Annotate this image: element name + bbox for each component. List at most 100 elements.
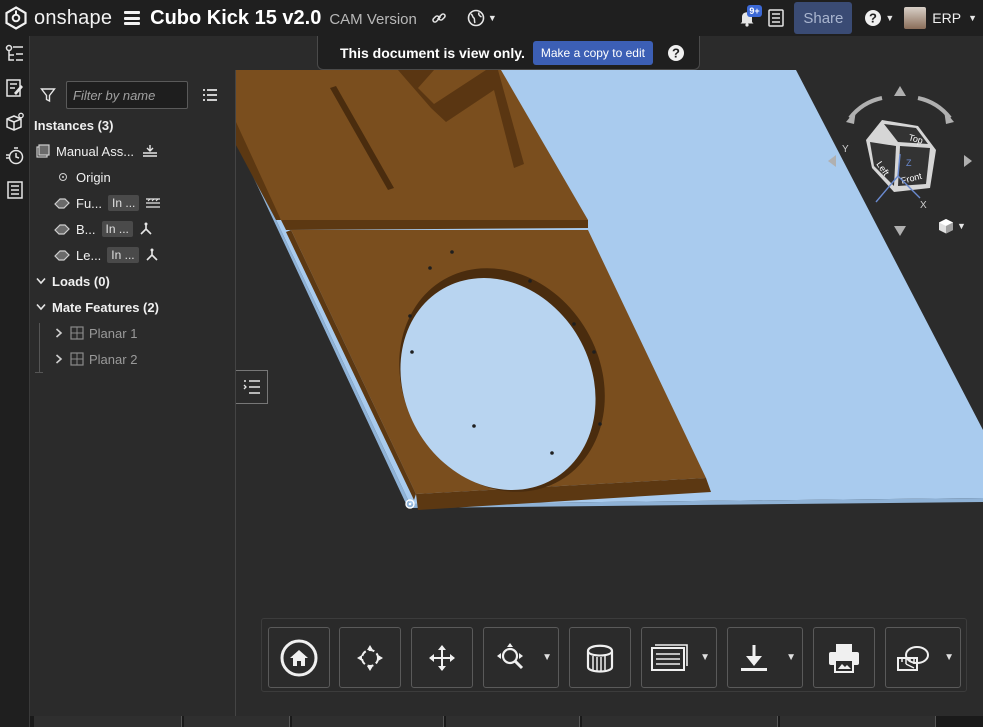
help-icon[interactable]: ? [667, 44, 685, 62]
view-cube-menu[interactable]: ▼ [938, 218, 966, 234]
status-badge: In ... [108, 195, 140, 211]
svg-text:?: ? [672, 45, 680, 60]
document-tab[interactable] [292, 716, 444, 727]
svg-text:?: ? [869, 11, 877, 26]
chevron-down-icon[interactable]: ▼ [968, 13, 977, 23]
chevron-right-icon[interactable] [52, 328, 66, 338]
cube-icon [939, 219, 953, 234]
zoom-icon [497, 642, 524, 669]
download-icon [741, 644, 767, 671]
list-item[interactable]: Manual Ass... [36, 138, 235, 164]
list-item[interactable]: B... In ... [54, 216, 235, 242]
chevron-down-icon [34, 277, 48, 285]
document-tab[interactable] [780, 716, 936, 727]
document-tab[interactable] [34, 716, 182, 727]
pan-button[interactable] [411, 627, 473, 688]
list-item[interactable]: Planar 1 [52, 320, 235, 346]
filter-icon[interactable] [40, 87, 56, 103]
list-collapse-icon [243, 380, 260, 394]
mate-features-header[interactable]: Mate Features (2) [34, 294, 235, 320]
onshape-logo-icon [5, 6, 27, 30]
top-bar-right: 9+ Share ? ▼ ERP ▼ [738, 0, 983, 36]
panel-toggle-button[interactable] [236, 370, 268, 404]
instances-header[interactable]: Instances (3) [34, 112, 235, 138]
make-copy-button[interactable]: Make a copy to edit [532, 40, 653, 65]
filter-input[interactable] [66, 81, 188, 109]
chevron-down-icon: ▼ [957, 221, 966, 231]
arrow-up-icon[interactable] [894, 86, 906, 96]
list-item[interactable]: Planar 2 [52, 346, 235, 372]
list-view-icon[interactable] [202, 88, 218, 102]
help-icon[interactable]: ? ▼ [864, 9, 894, 27]
rotate-button[interactable] [339, 627, 401, 688]
list-item-label: Manual Ass... [56, 143, 135, 159]
list-item-label: Planar 2 [89, 351, 138, 367]
print-button[interactable] [813, 627, 875, 688]
notification-badge: 9+ [747, 5, 762, 17]
arrow-left-icon[interactable] [828, 155, 836, 167]
link-icon[interactable] [431, 10, 447, 26]
chevron-down-icon: ▼ [885, 13, 895, 23]
tasks-icon[interactable] [768, 9, 785, 27]
render-mode-button[interactable] [569, 627, 631, 688]
brand-logo[interactable]: onshape [4, 6, 112, 30]
filter-row [30, 78, 235, 112]
list-item[interactable]: Le... In ... [54, 242, 235, 268]
animation-icon[interactable] [0, 139, 30, 173]
bill-of-materials-icon[interactable] [0, 173, 30, 207]
hamburger-menu-icon[interactable] [124, 11, 141, 25]
chevron-down-icon[interactable]: ▼ [542, 652, 552, 663]
list-item-label: B... [76, 221, 96, 237]
brand-name: onshape [34, 6, 113, 29]
chevron-down-icon: ▼ [487, 13, 497, 23]
cube-body[interactable]: Top Left Front [866, 120, 936, 192]
status-badge: In ... [101, 221, 133, 237]
zoom-button[interactable]: ▼ [483, 627, 559, 688]
list-item[interactable]: Origin [58, 164, 235, 190]
fixed-ground-icon [142, 144, 158, 158]
measure-button[interactable]: ▼ [885, 627, 961, 688]
parts-cube-icon[interactable] [0, 105, 30, 139]
avatar[interactable] [904, 7, 927, 29]
pan-icon [429, 644, 455, 671]
view-toolbar: ▼ ▼ ▼ ▼ [261, 618, 967, 692]
list-item-label: Origin [76, 169, 111, 185]
chevron-down-icon[interactable]: ▼ [786, 652, 796, 663]
home-view-button[interactable] [268, 627, 330, 688]
status-badge: In ... [107, 247, 139, 263]
chevron-down-icon[interactable]: ▼ [944, 652, 954, 663]
document-tab[interactable] [184, 716, 290, 727]
chevron-down-icon[interactable]: ▼ [700, 652, 710, 663]
home-view-icon [280, 639, 318, 676]
document-tab-strip [30, 716, 983, 727]
view-cube[interactable]: Top Left Front Y X Z [820, 80, 980, 240]
globe-icon[interactable]: ▼ [467, 9, 497, 27]
list-item[interactable]: Fu... In ... [54, 190, 235, 216]
bell-icon[interactable]: 9+ [738, 5, 762, 27]
share-button[interactable]: Share [794, 2, 853, 34]
feature-list-icon[interactable] [0, 71, 30, 105]
tree-connector [35, 372, 43, 373]
axis-x-label: X [920, 200, 927, 211]
list-item-label: Le... [76, 247, 102, 263]
arrow-right-icon[interactable] [964, 155, 972, 167]
document-tab[interactable] [582, 716, 778, 727]
document-tab[interactable] [446, 716, 580, 727]
user-name[interactable]: ERP [932, 10, 961, 26]
version-label[interactable]: CAM Version [329, 11, 417, 28]
download-button[interactable]: ▼ [727, 627, 803, 688]
named-views-button[interactable]: ▼ [641, 627, 717, 688]
fixed-icon [145, 197, 161, 209]
rotate-icon [357, 644, 383, 671]
named-views-icon [651, 643, 688, 671]
instances-tree-icon[interactable] [0, 37, 30, 71]
loads-header[interactable]: Loads (0) [34, 268, 235, 294]
instances-header-label: Instances (3) [34, 117, 114, 133]
document-title[interactable]: Cubo Kick 15 v2.0 [150, 7, 321, 30]
arrow-down-icon[interactable] [894, 226, 906, 236]
view-only-notice: This document is view only. Make a copy … [317, 36, 700, 70]
list-item-label: Planar 1 [89, 325, 138, 341]
chevron-right-icon[interactable] [52, 354, 66, 364]
loads-header-label: Loads (0) [52, 273, 110, 289]
planar-mate-icon [70, 326, 84, 340]
